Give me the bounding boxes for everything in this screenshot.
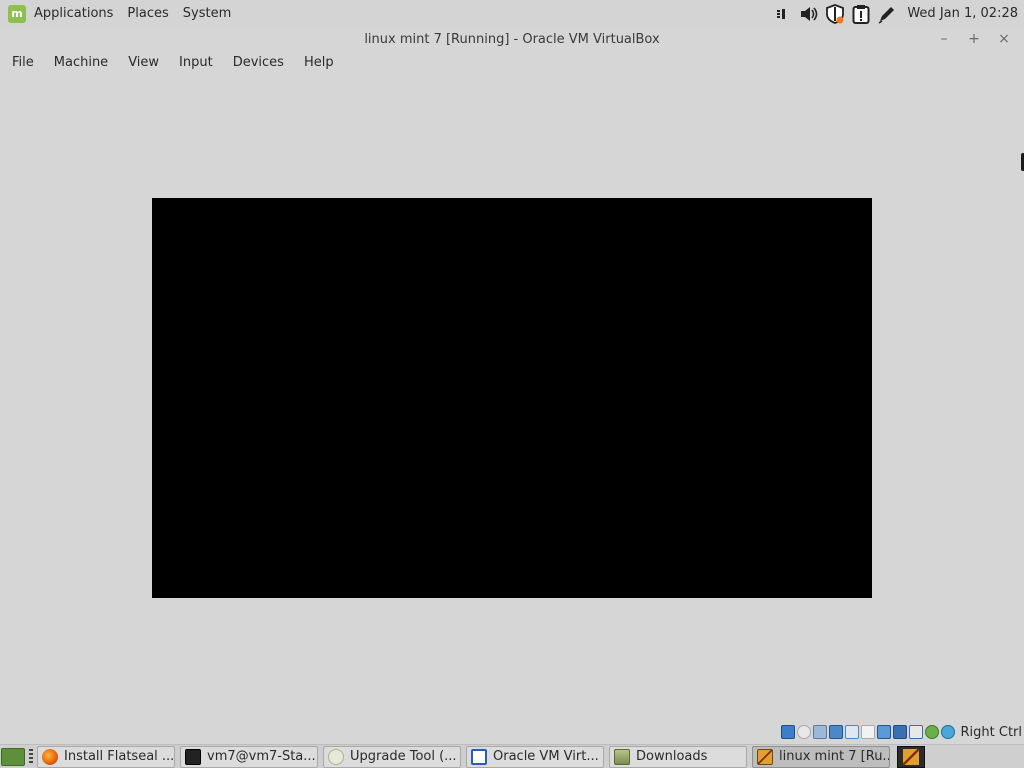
menu-input[interactable]: Input	[179, 55, 213, 70]
virtualbox-icon	[471, 748, 487, 765]
maximize-button[interactable]: +	[968, 31, 980, 47]
minimize-button[interactable]: –	[938, 31, 950, 47]
host-key-label[interactable]: Right Ctrl	[961, 725, 1023, 740]
optical-disk-icon[interactable]	[796, 725, 811, 739]
virtualization-icon[interactable]	[908, 725, 923, 739]
taskbar: Install Flatseal ... vm7@vm7-Sta... Upgr…	[0, 744, 1024, 768]
task-button-downloads[interactable]: Downloads	[609, 745, 747, 768]
close-button[interactable]: ×	[998, 31, 1010, 47]
vm-screen[interactable]	[152, 198, 872, 598]
network-icon[interactable]	[828, 725, 843, 739]
virtualbox-tray-icon	[903, 748, 919, 765]
panel-menu-applications[interactable]: Applications	[34, 6, 113, 21]
network-bars-icon[interactable]	[773, 4, 793, 24]
mouse-integration-icon[interactable]	[924, 725, 939, 739]
terminal-icon	[185, 748, 201, 765]
window-title: linux mint 7 [Running] - Oracle VM Virtu…	[364, 31, 660, 47]
firefox-icon	[42, 748, 58, 765]
task-button-virtualbox-manager[interactable]: Oracle VM Virt...	[466, 745, 604, 768]
menu-devices[interactable]: Devices	[233, 55, 284, 70]
panel-menu-places[interactable]: Places	[127, 6, 168, 21]
task-button-firefox[interactable]: Install Flatseal ...	[37, 745, 175, 768]
window-titlebar[interactable]: linux mint 7 [Running] - Oracle VM Virtu…	[0, 27, 1024, 51]
clipboard-notice-icon[interactable]	[851, 4, 871, 24]
shared-folders-icon[interactable]	[860, 725, 875, 739]
usb-icon[interactable]	[844, 725, 859, 739]
video-capture-icon[interactable]	[892, 725, 907, 739]
audio-icon[interactable]	[812, 725, 827, 739]
pen-icon[interactable]	[877, 4, 897, 24]
hard-disk-icon[interactable]	[780, 725, 795, 739]
window-controls: – + ×	[938, 27, 1010, 51]
menu-machine[interactable]: Machine	[54, 55, 108, 70]
menu-view[interactable]: View	[128, 55, 159, 70]
top-panel: m Applications Places System Wed Jan 1, …	[0, 0, 1024, 27]
task-button-upgrade-tool[interactable]: Upgrade Tool (...	[323, 745, 461, 768]
workspace-switcher[interactable]	[897, 745, 925, 768]
upgrade-tool-icon	[328, 748, 344, 765]
keyboard-icon[interactable]	[940, 725, 955, 739]
shield-update-icon[interactable]	[825, 3, 845, 24]
menu-file[interactable]: File	[12, 55, 34, 70]
task-button-terminal[interactable]: vm7@vm7-Sta...	[180, 745, 318, 768]
panel-menu-system[interactable]: System	[183, 6, 231, 21]
folder-icon	[614, 748, 630, 765]
task-button-vm-window[interactable]: linux mint 7 [Ru...	[752, 745, 890, 768]
system-tray: Wed Jan 1, 02:28	[773, 0, 1018, 27]
menu-help[interactable]: Help	[304, 55, 334, 70]
display-icon[interactable]	[876, 725, 891, 739]
taskbar-grip[interactable]	[29, 748, 33, 765]
show-desktop-button[interactable]	[1, 747, 25, 766]
volume-icon[interactable]	[799, 4, 819, 24]
panel-clock[interactable]: Wed Jan 1, 02:28	[907, 6, 1018, 21]
mint-menu-icon[interactable]: m	[8, 4, 26, 23]
vbox-menubar: File Machine View Input Devices Help	[0, 51, 1024, 73]
vbox-status-bar: Right Ctrl	[780, 723, 1023, 741]
virtualbox-vm-icon	[757, 748, 773, 765]
